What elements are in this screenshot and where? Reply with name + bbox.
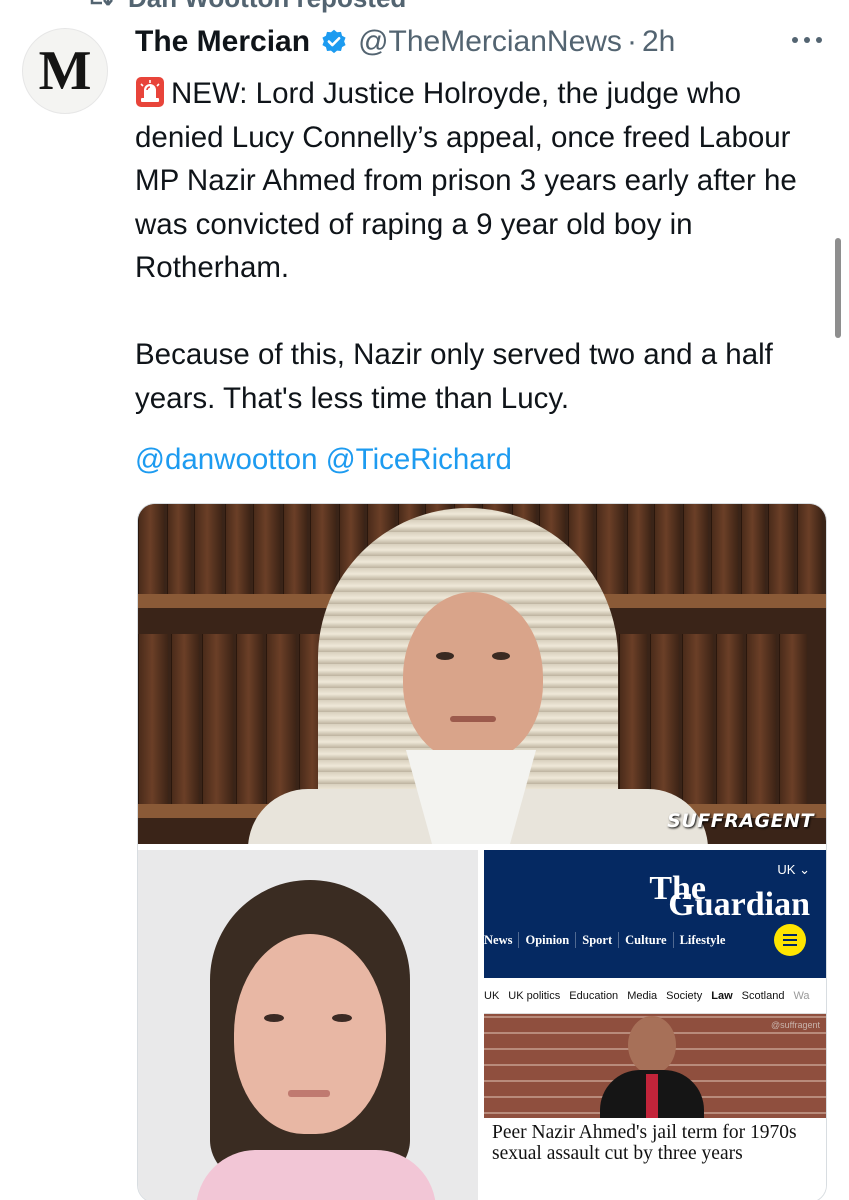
repost-label: Dan Wootton reposted — [128, 0, 406, 14]
guardian-nav-opinion: Opinion — [518, 932, 575, 948]
tweet-text: NEW: Lord Justice Holroyde, the judge wh… — [135, 72, 815, 420]
guardian-subnav: UK UK politics Education Media Society L… — [484, 978, 826, 1014]
subnav-truncated: Wa — [793, 989, 810, 1002]
guardian-article-photo: @suffragent — [484, 1014, 826, 1118]
photo-credit: @suffragent — [771, 1020, 820, 1030]
mugshot-face — [234, 934, 386, 1134]
police-siren-icon — [136, 77, 164, 107]
guardian-nav: News Opinion Sport Culture Lifestyle — [484, 932, 731, 948]
user-handle[interactable]: @TheMercianNews — [358, 25, 622, 59]
photo-watermark: SUFFRAGENT — [667, 810, 814, 832]
repost-indicator[interactable]: Dan Wootton reposted — [86, 0, 406, 13]
subnav-education: Education — [569, 989, 619, 1002]
media-collage[interactable]: SUFFRAGENT UK ⌄ The Guardian News Opinio… — [137, 503, 827, 1200]
guardian-nav-sport: Sport — [575, 932, 618, 948]
more-options-icon[interactable] — [789, 34, 825, 46]
eye — [436, 652, 454, 660]
mouth — [450, 716, 496, 722]
judge-face — [403, 592, 543, 762]
guardian-logo-name: Guardian — [668, 886, 810, 923]
guardian-nav-lifestyle: Lifestyle — [672, 932, 732, 948]
tweet-timestamp[interactable]: 2h — [642, 25, 675, 59]
repost-icon — [90, 0, 113, 6]
mention-ticerichard[interactable]: @TiceRichard — [326, 443, 512, 476]
mentions: @danwootton @TiceRichard — [135, 443, 512, 477]
judge-photo[interactable]: SUFFRAGENT — [138, 504, 826, 844]
shirt — [196, 1150, 436, 1200]
tweet-header: The Mercian @TheMercianNews · 2h — [135, 22, 675, 62]
guardian-nav-news: News — [484, 933, 513, 947]
display-name[interactable]: The Mercian — [135, 25, 310, 59]
verified-badge-icon[interactable] — [320, 28, 348, 56]
subnav-society: Society — [666, 989, 703, 1002]
scrollbar[interactable] — [835, 238, 841, 338]
subnav-uk: UK — [484, 989, 500, 1002]
guardian-nav-culture: Culture — [618, 932, 672, 948]
tweet-paragraph-1-text: NEW: Lord Justice Holroyde, the judge wh… — [135, 77, 797, 284]
separator-dot: · — [626, 25, 637, 58]
edition-selector: UK ⌄ — [777, 862, 810, 877]
tweet-paragraph-2: Because of this, Nazir only served two a… — [135, 338, 773, 415]
tweet-paragraph-1: NEW: Lord Justice Holroyde, the judge wh… — [135, 72, 815, 290]
mouth — [288, 1090, 330, 1097]
mention-danwootton[interactable]: @danwootton — [135, 443, 318, 476]
mugshot-photo[interactable] — [138, 850, 478, 1200]
eye — [492, 652, 510, 660]
guardian-article-screenshot[interactable]: UK ⌄ The Guardian News Opinion Sport Cul… — [484, 850, 826, 1200]
eye — [332, 1014, 352, 1022]
avatar[interactable]: M — [22, 28, 108, 114]
subnav-scotland: Scotland — [741, 989, 785, 1002]
guardian-headline: Peer Nazir Ahmed's jail term for 1970s s… — [492, 1122, 797, 1164]
avatar-letter: M — [38, 40, 92, 102]
subnav-law: Law — [711, 989, 733, 1002]
eye — [264, 1014, 284, 1022]
man-in-suit — [592, 1014, 712, 1118]
subnav-media: Media — [627, 989, 658, 1002]
guardian-header: UK ⌄ The Guardian News Opinion Sport Cul… — [484, 850, 826, 978]
edition-label: UK — [777, 862, 796, 877]
subnav-uk-politics: UK politics — [508, 989, 561, 1002]
menu-icon — [774, 924, 806, 956]
